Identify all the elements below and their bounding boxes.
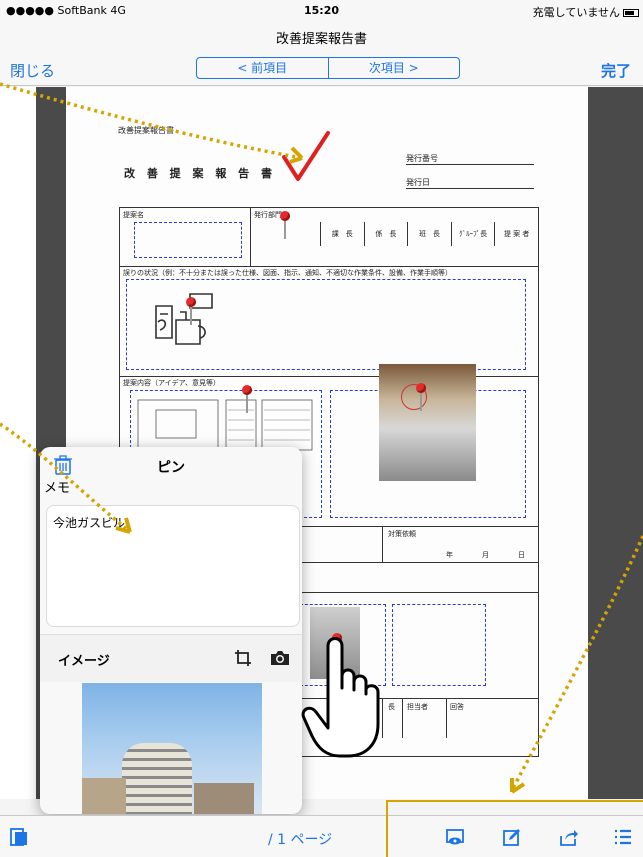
battery-icon [623,9,639,17]
issue-number-field: 発行番号 [406,153,534,165]
next-item-button[interactable]: 次項目 > [329,58,460,78]
done-button[interactable]: 完了 [601,60,631,81]
status-bar: ●●●●● SoftBank 4G 15:20 充電していません [0,0,643,20]
right-gutter [588,87,643,799]
pin-marker[interactable] [186,297,196,325]
image-label: イメージ [58,654,110,669]
toolbar-highlight-box [386,800,643,857]
building-shape [82,778,126,814]
issuing-dept-label: 発行部門 [254,211,282,219]
building-shape [194,783,254,814]
sketch-drawing [155,293,213,345]
divider [382,526,383,562]
pin-marker[interactable] [280,211,290,239]
close-button[interactable]: 閉じる [10,60,55,81]
date-year-unit: 年 [446,551,453,559]
page-count: / 1 ページ [268,832,333,848]
proposal-name-field[interactable] [134,222,242,258]
approval-cell: 課 長 [320,222,364,246]
building-shape [122,743,192,814]
divider [250,208,251,266]
approval-cell: 係 長 [363,222,408,246]
doc-header-small: 改善提案報告書 [118,126,174,135]
pin-marker[interactable] [242,385,252,413]
approval-cell: ｸﾞﾙｰﾌﾟ長 [450,222,495,246]
date-month-unit: 月 [482,551,489,559]
crop-icon[interactable] [234,649,252,667]
red-checkmark-annotation[interactable] [276,127,336,187]
pages-icon[interactable] [10,828,28,846]
image-row: イメージ [40,634,302,682]
navigation-bar: 改善提案報告書 閉じる < 前項目 次項目 > 完了 [0,20,643,86]
page-title: 改善提案報告書 [275,32,367,47]
issue-date-field: 発行日 [406,177,534,189]
pin-marker[interactable] [416,383,426,411]
battery-status: 充電していません [533,4,639,20]
camera-icon[interactable] [270,650,290,666]
date-day-unit: 日 [518,551,525,559]
popover-header: ピン [40,447,302,483]
attached-image[interactable] [82,683,262,814]
item-navigation-segment: < 前項目 次項目 > [196,57,460,79]
lower-empty-field[interactable] [392,604,486,686]
pin-popover: ピン メモ 今池ガスビル イメージ [40,447,302,814]
divider [402,698,403,738]
divider [446,698,447,738]
prev-item-button[interactable]: < 前項目 [197,58,329,78]
battery-text: 充電していません [532,6,620,19]
approval-stamp-row: 課 長 係 長 班 長 ｸﾞﾙｰﾌﾟ長 提 案 者 [320,222,538,246]
memo-textarea[interactable]: 今池ガスビル [46,505,300,627]
answer-col: 回答 [450,703,464,711]
answer-col: 長 [388,703,395,711]
proposal-content-label: 提案内容（アイデア、意見等） [123,379,220,387]
approval-cell: 提 案 者 [494,222,538,246]
approval-cell: 班 長 [407,222,451,246]
countermeasure-label: 対策依頼 [388,530,416,538]
popover-title: ピン [157,460,185,476]
memo-label: メモ [44,481,71,496]
situation-label: 誤りの状況（例：不十分または誤った仕様、図面、指示、通知、不適切な作業条件、設備… [123,269,452,277]
fan-photo[interactable] [379,364,476,481]
proposal-name-label: 提案名 [123,211,144,219]
memo-text: 今池ガスビル [53,516,126,530]
divider [120,266,538,267]
answer-col: 担当者 [407,703,428,711]
doc-title: 改 善 提 案 報 告 書 [124,167,276,180]
hand-pointer-icon [301,637,380,758]
